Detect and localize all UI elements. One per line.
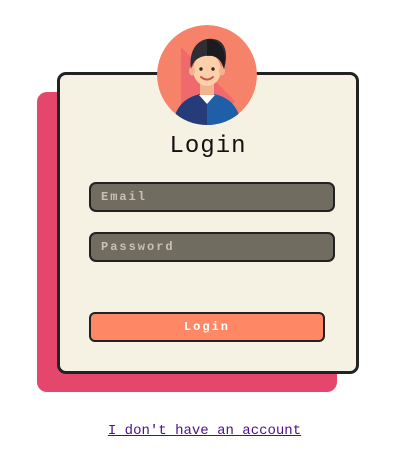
login-page: Login Login I don't have an account <box>0 0 409 469</box>
page-title: Login <box>169 133 247 160</box>
user-avatar-icon <box>157 25 257 125</box>
password-field[interactable] <box>89 232 335 262</box>
avatar-illustration <box>157 25 257 125</box>
login-button[interactable]: Login <box>89 312 325 342</box>
no-account-link[interactable]: I don't have an account <box>0 423 409 439</box>
email-field[interactable] <box>89 182 335 212</box>
